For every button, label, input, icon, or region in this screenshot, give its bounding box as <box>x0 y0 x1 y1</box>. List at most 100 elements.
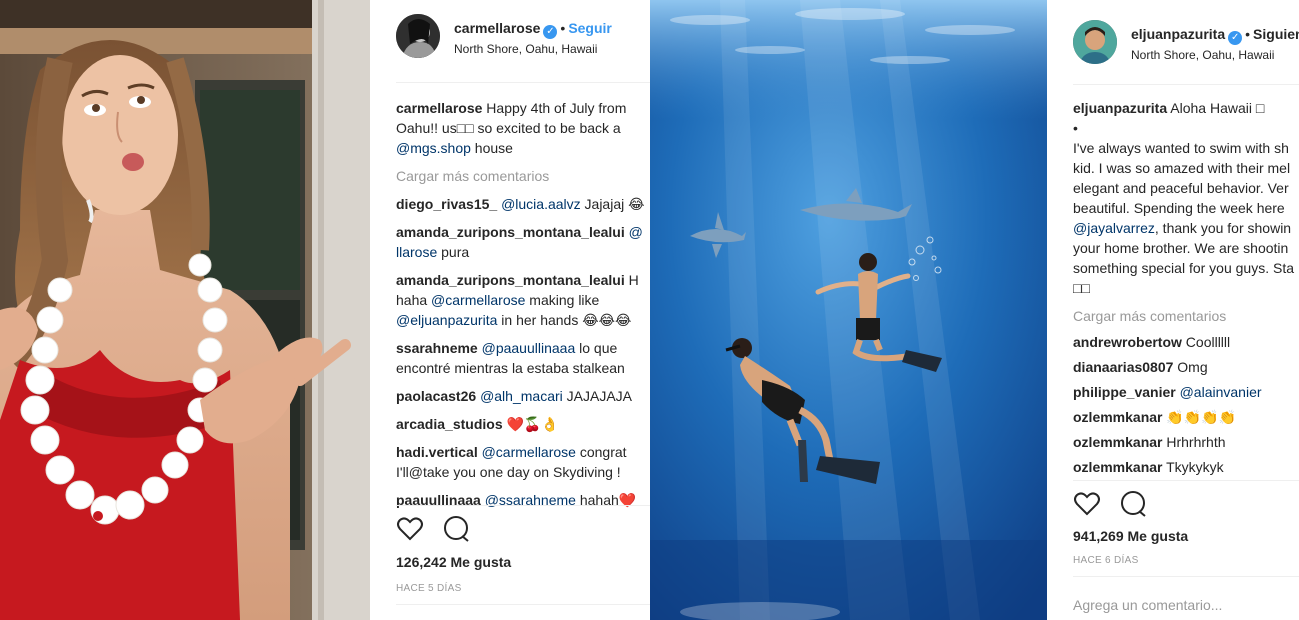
comment-text: haha <box>396 292 432 308</box>
heart-icon[interactable] <box>1073 490 1101 518</box>
post1-comments: carmellarose Happy 4th of July from Oahu… <box>396 98 650 510</box>
mention-link[interactable]: @lucia.aalvz <box>501 196 581 212</box>
separator-dot: • <box>1245 26 1251 42</box>
post2-photo[interactable] <box>650 0 1047 620</box>
comment-text: making like <box>525 292 600 308</box>
comment-text: in her hands 😂😂😂 <box>497 312 632 328</box>
comment-text: Omg <box>1173 359 1208 375</box>
mention-link[interactable]: @carmellarose <box>431 292 525 308</box>
comment-username[interactable]: amanda_zuripons_montana_lealui <box>396 272 625 288</box>
comment-icon[interactable] <box>1119 490 1147 518</box>
mention-link[interactable]: @carmellarose <box>482 444 576 460</box>
mention-link[interactable]: @alainvanier <box>1180 384 1262 400</box>
comment-text: congrat <box>575 444 627 460</box>
caption-text: your home brother. We are shootin <box>1073 240 1289 256</box>
footer-divider <box>1073 576 1299 577</box>
comment: ozlemmkanar Tkykykyk <box>1073 457 1299 477</box>
caption-text: , thank you for showin <box>1154 220 1292 236</box>
mention-link[interactable]: @paauullinaaa <box>482 340 576 356</box>
comment-username[interactable]: diego_rivas15_ <box>396 196 497 212</box>
post1-timestamp[interactable]: HACE 5 DÍAS <box>396 583 462 594</box>
caption-text: beautiful. Spending the week here <box>1073 200 1285 216</box>
separator-dot: • <box>560 20 566 36</box>
caption-username[interactable]: carmellarose <box>396 100 482 116</box>
comment: ozlemmkanar 👏👏👏👏 <box>1073 407 1299 427</box>
comment-text: encontré mientras la estaba stalkean <box>396 360 625 376</box>
actions-divider <box>1073 480 1299 481</box>
comment-username[interactable]: ozlemmkanar <box>1073 434 1162 450</box>
avatar[interactable] <box>1073 20 1117 64</box>
post2-panel: eljuanpazurita ✓ • Siguien North Shore, Oah… <box>1047 0 1299 620</box>
post1-header: carmellarose ✓ • Seguir North Shore, Oahu, … <box>396 14 650 66</box>
post1-photo[interactable] <box>0 0 370 620</box>
comment-text: I'll@take you one day on Skydiving ! <box>396 464 621 480</box>
footer-divider <box>396 604 650 605</box>
caption-text: kid. I was so amazed with their mel <box>1073 160 1291 176</box>
caption-line: @mgs.shop house <box>396 138 650 158</box>
comment-username[interactable]: hadi.vertical <box>396 444 478 460</box>
comment-line: @eljuanpazurita in her hands 😂😂😂 <box>396 310 650 330</box>
caption-text: Aloha Hawaii □ <box>1170 100 1265 116</box>
follow-button[interactable]: Seguir <box>568 20 612 36</box>
post2-username[interactable]: eljuanpazurita <box>1131 26 1225 42</box>
caption-text: Oahu!! us□□ so excited to be back a <box>396 120 621 136</box>
comment-text: lo que <box>575 340 618 356</box>
post1-panel: carmellarose ✓ • Seguir North Shore, Oahu, … <box>370 0 650 620</box>
comment-text: 👏👏👏👏 <box>1162 409 1237 425</box>
comment-username[interactable]: paolacast26 <box>396 388 476 404</box>
post1-actions <box>396 515 484 545</box>
load-more-comments[interactable]: Cargar más comentarios <box>1073 306 1299 326</box>
mention-link[interactable]: @eljuanpazurita <box>396 312 497 328</box>
verified-icon: ✓ <box>543 25 558 39</box>
mention-link[interactable]: @mgs.shop <box>396 140 471 156</box>
comment-username[interactable]: ozlemmkanar <box>1073 409 1162 425</box>
comment-username[interactable]: arcadia_studios <box>396 416 503 432</box>
comment-username[interactable]: andrewrobertow <box>1073 334 1182 350</box>
post2-likes[interactable]: 941,269 Me gusta <box>1073 528 1188 544</box>
post1-likes[interactable]: 126,242 Me gusta <box>396 554 511 570</box>
comment: hadi.vertical @carmellarose congrat <box>396 442 650 462</box>
comment: andrewrobertow Coollllll <box>1073 332 1299 352</box>
comment: ssarahneme @paauullinaaa lo que <box>396 338 650 358</box>
comment-text: Jajajaj 😂 <box>580 196 645 212</box>
comment: paolacast26 @alh_macari JAJAJAJA <box>396 386 650 406</box>
comment-text: H <box>624 272 639 288</box>
comment-username[interactable]: amanda_zuripons_montana_lealui <box>396 224 625 240</box>
comment: amanda_zuripons_montana_lealui H <box>396 270 650 290</box>
post2-timestamp[interactable]: HACE 6 DÍAS <box>1073 555 1139 566</box>
mention-link[interactable]: @alh_macari <box>480 388 563 404</box>
comment: arcadia_studios ❤️🍒👌 <box>396 414 650 434</box>
add-comment-input[interactable]: Agrega un comentario... <box>1073 597 1222 613</box>
comment-username[interactable]: ozlemmkanar <box>1073 459 1162 475</box>
caption-text: □□ <box>1073 280 1090 296</box>
heart-icon[interactable] <box>396 515 424 543</box>
mention-link[interactable]: @jayalvarrez <box>1073 220 1155 236</box>
caption-username[interactable]: eljuanpazurita <box>1073 100 1167 116</box>
comment-text: ❤️🍒👌 <box>502 416 559 432</box>
post2-header: eljuanpazurita ✓ • Siguien North Shore, Oah… <box>1073 20 1299 72</box>
verified-icon: ✓ <box>1228 31 1243 45</box>
post1-location[interactable]: North Shore, Oahu, Hawaii <box>454 42 597 56</box>
comment-text: JAJAJAJA <box>562 388 632 404</box>
comment-text: Tkykykyk <box>1162 459 1224 475</box>
comment: paauullinaaa @ssarahneme hahah❤️ <box>396 490 650 510</box>
post2-location[interactable]: North Shore, Oahu, Hawaii <box>1131 48 1274 62</box>
mention-link[interactable]: @ <box>629 224 643 240</box>
actions-divider <box>396 505 650 506</box>
header-divider <box>1073 84 1299 85</box>
comment-icon[interactable] <box>442 515 470 543</box>
comment-line: haha @carmellarose making like <box>396 290 650 310</box>
comment-username[interactable]: philippe_vanier <box>1073 384 1176 400</box>
comment: amanda_zuripons_montana_lealui @ <box>396 222 650 242</box>
comment-username[interactable]: dianaarias0807 <box>1073 359 1173 375</box>
load-more-comments[interactable]: Cargar más comentarios <box>396 166 650 186</box>
caption-text: elegant and peaceful behavior. Ver <box>1073 180 1289 196</box>
caption-text: Happy 4th of July from <box>486 100 627 116</box>
following-button[interactable]: Siguien <box>1253 26 1299 42</box>
comment-username[interactable]: ssarahneme <box>396 340 478 356</box>
caption-text: • <box>1073 120 1078 136</box>
post1-username[interactable]: carmellarose <box>454 20 540 36</box>
avatar[interactable] <box>396 14 440 58</box>
mention-link[interactable]: llarose <box>396 244 437 260</box>
comment: ozlemmkanar Hrhrhrhth <box>1073 432 1299 452</box>
